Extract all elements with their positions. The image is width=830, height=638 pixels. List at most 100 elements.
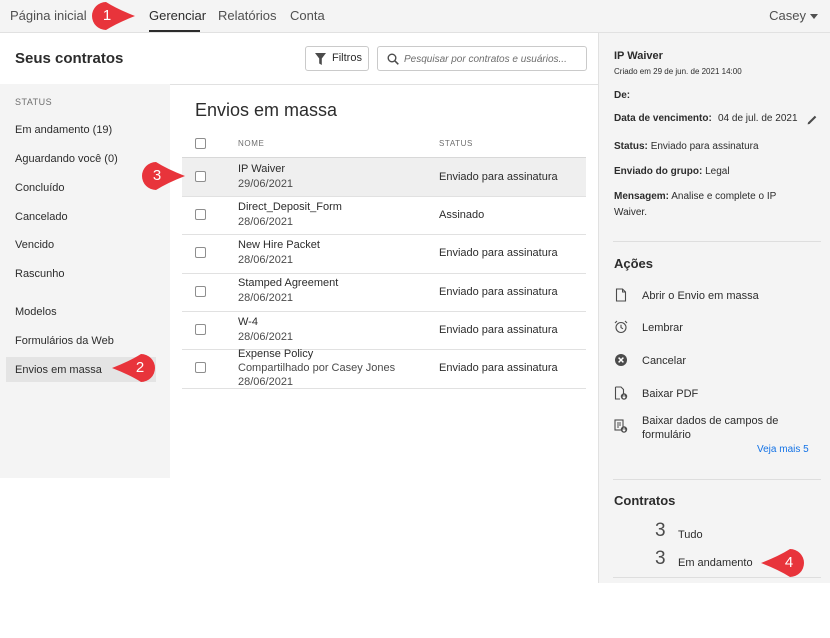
sidebar: [0, 84, 170, 478]
contracts-count-all: 3: [655, 520, 666, 541]
table-row[interactable]: IP Waiver 29/06/2021 Enviado para assina…: [182, 158, 586, 197]
row-name[interactable]: Expense Policy: [238, 348, 313, 360]
action-label: Baixar PDF: [642, 388, 699, 400]
tab-conta[interactable]: Conta: [290, 8, 325, 23]
details-group-label: Enviado do grupo:: [614, 166, 703, 177]
sidebar-item-em-andamento[interactable]: Em andamento (19): [15, 124, 112, 136]
cancel-circle-icon: [615, 354, 627, 366]
row-date: 28/06/2021: [238, 376, 294, 388]
contracts-label-all[interactable]: Tudo: [678, 529, 703, 541]
row-checkbox[interactable]: [195, 362, 206, 373]
sidebar-item-rascunho[interactable]: Rascunho: [15, 268, 65, 280]
contracts-label-in-progress[interactable]: Em andamento: [678, 557, 753, 569]
row-date: 28/06/2021: [238, 216, 294, 228]
status-heading: STATUS: [15, 97, 53, 107]
see-more-link[interactable]: Veja mais 5: [757, 444, 809, 455]
callout-number: 4: [784, 554, 794, 571]
action-download-form-data[interactable]: Baixar dados de campos de formulário: [614, 413, 824, 443]
table-row[interactable]: Expense Policy Compartilhado por Casey J…: [182, 348, 586, 389]
sidebar-item-aguardando[interactable]: Aguardando você (0): [15, 153, 118, 165]
sidebar-item-formularios[interactable]: Formulários da Web: [15, 335, 114, 347]
row-shared-by: Compartilhado por Casey Jones: [238, 362, 396, 374]
callout-marker: 3: [141, 161, 187, 191]
row-name[interactable]: Direct_Deposit_Form: [238, 201, 342, 213]
action-cancel[interactable]: Cancelar: [614, 353, 824, 369]
row-status: Assinado: [439, 209, 485, 221]
chevron-down-icon: [810, 14, 818, 20]
row-name[interactable]: IP Waiver: [238, 163, 285, 175]
action-open-bulk-send[interactable]: Abrir o Envio em massa: [614, 288, 824, 304]
search-input[interactable]: [404, 50, 582, 68]
action-label: Baixar dados de campos de: [642, 415, 779, 427]
callout-number: 1: [102, 7, 112, 24]
sidebar-item-concluido[interactable]: Concluído: [15, 182, 65, 194]
tab-pagina-inicial[interactable]: Página inicial: [10, 8, 87, 23]
sidebar-item-vencido[interactable]: Vencido: [15, 239, 54, 251]
row-name[interactable]: W-4: [238, 316, 258, 328]
tab-relatorios[interactable]: Relatórios: [218, 8, 277, 23]
column-header-name[interactable]: NOME: [238, 139, 264, 148]
row-date: 28/06/2021: [238, 254, 294, 266]
download-pdf-icon: [614, 386, 628, 400]
details-created: Criado em 29 de jun. de 2021 14:00: [614, 67, 742, 76]
callout-number: 2: [135, 359, 145, 376]
details-group: Enviado do grupo: Legal: [614, 166, 730, 177]
row-checkbox[interactable]: [195, 247, 206, 258]
search-icon: [387, 53, 399, 65]
table-row[interactable]: Direct_Deposit_Form 28/06/2021 Assinado: [182, 197, 586, 235]
table-row[interactable]: W-4 28/06/2021 Enviado para assinatura: [182, 312, 586, 350]
action-remind[interactable]: Lembrar: [614, 320, 824, 336]
details-message-line2: Waiver.: [614, 207, 647, 218]
alarm-clock-icon: [614, 320, 628, 334]
action-download-pdf[interactable]: Baixar PDF: [614, 386, 824, 402]
divider: [613, 479, 821, 480]
details-due-value: 04 de jul. de 2021: [718, 113, 798, 124]
details-message-label: Mensagem:: [614, 191, 670, 202]
row-date: 29/06/2021: [238, 178, 294, 190]
row-checkbox[interactable]: [195, 209, 206, 220]
active-tab-indicator: [149, 30, 200, 32]
details-from-label: De:: [614, 90, 631, 101]
user-name: Casey: [769, 8, 806, 23]
details-status-label: Status:: [614, 141, 648, 152]
row-name[interactable]: Stamped Agreement: [238, 277, 338, 289]
row-checkbox[interactable]: [195, 286, 206, 297]
divider: [613, 241, 821, 242]
contracts-count-in-progress: 3: [655, 548, 666, 569]
action-label: Lembrar: [642, 322, 683, 334]
row-date: 28/06/2021: [238, 292, 294, 304]
select-all-checkbox[interactable]: [195, 138, 206, 149]
search-box[interactable]: [377, 46, 587, 71]
sidebar-item-envios-em-massa[interactable]: Envios em massa: [15, 364, 102, 376]
sidebar-item-cancelado[interactable]: Cancelado: [15, 211, 68, 223]
row-checkbox[interactable]: [195, 324, 206, 335]
row-status: Enviado para assinatura: [439, 247, 558, 259]
filter-label: Filtros: [332, 52, 362, 64]
list-title: Envios em massa: [195, 100, 338, 120]
row-checkbox[interactable]: [195, 171, 206, 182]
row-status: Enviado para assinatura: [439, 171, 558, 183]
tab-gerenciar[interactable]: Gerenciar: [149, 8, 206, 23]
user-menu[interactable]: Casey: [769, 8, 818, 23]
details-status-value: Enviado para assinatura: [650, 141, 759, 152]
callout-marker: 4: [759, 548, 805, 578]
column-header-status[interactable]: STATUS: [439, 139, 473, 148]
filter-button[interactable]: Filtros: [305, 46, 369, 71]
row-status: Enviado para assinatura: [439, 286, 558, 298]
contracts-title: Contratos: [614, 493, 676, 508]
action-label: Abrir o Envio em massa: [642, 290, 759, 302]
row-name[interactable]: New Hire Packet: [238, 239, 320, 251]
details-group-value: Legal: [705, 166, 730, 177]
row-status: Enviado para assinatura: [439, 324, 558, 336]
document-icon: [615, 288, 627, 302]
callout-marker: 2: [110, 353, 156, 383]
edit-pencil-icon[interactable]: [807, 114, 818, 125]
details-message-line1: Analise e complete o IP: [671, 191, 777, 202]
action-label: Cancelar: [642, 355, 687, 367]
actions-title: Ações: [614, 256, 654, 271]
table-row[interactable]: Stamped Agreement 28/06/2021 Enviado par…: [182, 274, 586, 312]
sidebar-item-modelos[interactable]: Modelos: [15, 306, 57, 318]
page-title: Seus contratos: [15, 50, 124, 67]
details-message: Mensagem: Analise e complete o IP: [614, 191, 776, 202]
table-row[interactable]: New Hire Packet 28/06/2021 Enviado para …: [182, 235, 586, 274]
